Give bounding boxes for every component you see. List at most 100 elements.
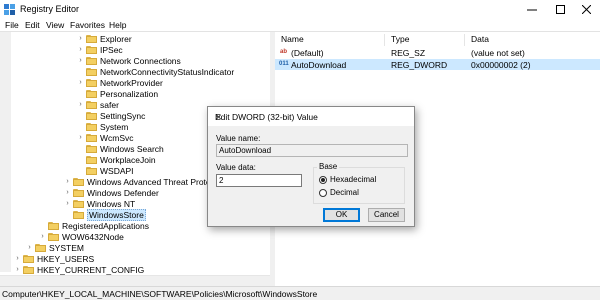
folder-icon xyxy=(23,265,34,274)
folder-icon xyxy=(73,210,84,219)
folder-icon xyxy=(23,254,34,263)
ok-button[interactable]: OK xyxy=(323,208,360,222)
expand-icon[interactable]: › xyxy=(13,254,22,263)
folder-icon xyxy=(86,122,97,131)
tree-item-hkey-current-config[interactable]: › HKEY_CURRENT_CONFIG xyxy=(13,264,144,275)
radio-hexadecimal[interactable]: Hexadecimal xyxy=(319,175,376,184)
expand-icon[interactable]: › xyxy=(63,199,72,208)
tree-horizontal-scrollbar[interactable] xyxy=(0,275,270,286)
folder-icon xyxy=(86,166,97,175)
registry-editor-icon xyxy=(4,4,15,15)
expand-icon[interactable]: › xyxy=(13,265,22,274)
expand-icon[interactable]: › xyxy=(63,177,72,186)
tree-item-wow6432node[interactable]: › WOW6432Node xyxy=(38,231,124,242)
folder-icon xyxy=(86,100,97,109)
value-data-input[interactable]: 2 xyxy=(216,174,302,187)
folder-icon xyxy=(86,45,97,54)
dword-value-icon: 011 xyxy=(279,61,289,67)
dialog-title-bar: Edit DWORD (32-bit) Value ✕ xyxy=(208,107,414,126)
tree-item-networkprovider[interactable]: › NetworkProvider xyxy=(76,77,163,88)
value-name-label: Value name: xyxy=(216,134,261,143)
folder-icon xyxy=(86,133,97,142)
value-data: 0x00000002 (2) xyxy=(471,60,531,70)
column-header-data[interactable]: Data xyxy=(465,34,600,46)
value-data: (value not set) xyxy=(471,48,525,58)
folder-icon xyxy=(86,144,97,153)
base-group: Base Hexadecimal Decimal xyxy=(313,162,405,204)
tree-item-registeredapplications[interactable]: RegisteredApplications xyxy=(38,220,149,231)
value-type: REG_DWORD xyxy=(391,60,448,70)
column-header-name[interactable]: Name xyxy=(275,34,385,46)
edit-dword-dialog: Edit DWORD (32-bit) Value ✕ Value name: … xyxy=(207,106,415,227)
tree-item-safer[interactable]: › safer xyxy=(76,99,119,110)
tree-item-hkey-users[interactable]: › HKEY_USERS xyxy=(13,253,94,264)
tree-item-windows-defender[interactable]: › Windows Defender xyxy=(63,187,158,198)
value-row-autodownload[interactable]: 011 AutoDownload REG_DWORD 0x00000002 (2… xyxy=(275,59,600,70)
base-label: Base xyxy=(317,162,340,171)
folder-icon xyxy=(86,78,97,87)
value-row-default[interactable]: ab (Default) REG_SZ (value not set) xyxy=(275,47,600,58)
tree-item-network-connections[interactable]: › Network Connections xyxy=(76,55,180,66)
tree-item-settingsync[interactable]: SettingSync xyxy=(76,110,145,121)
status-path: Computer\HKEY_LOCAL_MACHINE\SOFTWARE\Pol… xyxy=(2,289,318,299)
tree-item-system-hive[interactable]: › SYSTEM xyxy=(25,242,84,253)
tree-item-workplacejoin[interactable]: WorkplaceJoin xyxy=(76,154,156,165)
tree-item-windowsstore[interactable]: WindowsStore xyxy=(63,208,146,221)
expand-icon[interactable]: › xyxy=(76,100,85,109)
folder-icon xyxy=(73,177,84,186)
radio-unselected-icon xyxy=(319,188,327,197)
minimize-button[interactable] xyxy=(518,0,546,19)
column-header-type[interactable]: Type xyxy=(385,34,465,46)
folder-icon xyxy=(35,243,46,252)
folder-icon xyxy=(86,155,97,164)
minimize-icon xyxy=(527,9,537,10)
value-data-label: Value data: xyxy=(216,163,256,172)
expand-icon[interactable]: › xyxy=(76,78,85,87)
menu-view[interactable]: View xyxy=(46,20,64,30)
menu-help[interactable]: Help xyxy=(109,20,126,30)
tree-item-ipsec[interactable]: › IPSec xyxy=(76,44,122,55)
expand-icon[interactable]: › xyxy=(76,34,85,43)
string-value-icon: ab xyxy=(279,49,287,55)
value-name-field: AutoDownload xyxy=(216,144,408,157)
expand-icon[interactable]: › xyxy=(76,133,85,142)
folder-icon xyxy=(48,232,59,241)
value-type: REG_SZ xyxy=(391,48,426,58)
maximize-button[interactable] xyxy=(546,0,574,19)
tree-item-explorer[interactable]: › Explorer xyxy=(76,33,131,44)
menu-edit[interactable]: Edit xyxy=(25,20,40,30)
tree-item-wsdapi[interactable]: WSDAPI xyxy=(76,165,134,176)
tree-item-wcmsvc[interactable]: › WcmSvc xyxy=(76,132,133,143)
tree-item-networkconnectivitystatusindicator[interactable]: NetworkConnectivityStatusIndicator xyxy=(76,66,234,77)
tree-vertical-scrollbar[interactable] xyxy=(0,32,11,272)
folder-icon xyxy=(86,89,97,98)
expand-icon[interactable]: › xyxy=(25,243,34,252)
cancel-button[interactable]: Cancel xyxy=(368,208,405,222)
folder-icon xyxy=(48,221,59,230)
maximize-icon xyxy=(555,5,565,14)
title-bar: Registry Editor xyxy=(0,0,600,19)
menu-favorites[interactable]: Favorites xyxy=(70,20,105,30)
radio-decimal[interactable]: Decimal xyxy=(319,188,359,197)
tree-item-windows-search[interactable]: Windows Search xyxy=(76,143,164,154)
tree-item-windows-nt[interactable]: › Windows NT xyxy=(63,198,135,209)
radio-selected-icon xyxy=(319,175,327,184)
window-title: Registry Editor xyxy=(20,4,80,14)
expand-icon[interactable]: › xyxy=(76,45,85,54)
tree-item-system[interactable]: System xyxy=(76,121,128,132)
close-icon xyxy=(581,5,591,14)
menu-file[interactable]: File xyxy=(5,20,19,30)
folder-icon xyxy=(86,111,97,120)
folder-icon xyxy=(73,188,84,197)
close-button[interactable] xyxy=(572,0,600,19)
tree-item-personalization[interactable]: Personalization xyxy=(76,88,158,99)
folder-icon xyxy=(73,199,84,208)
dialog-close-icon[interactable]: ✕ xyxy=(215,112,410,123)
folder-icon xyxy=(86,67,97,76)
status-bar: Computer\HKEY_LOCAL_MACHINE\SOFTWARE\Pol… xyxy=(0,286,600,300)
value-name: AutoDownload xyxy=(291,60,347,70)
expand-icon[interactable]: › xyxy=(76,56,85,65)
expand-icon[interactable]: › xyxy=(63,188,72,197)
tree-item-windows-advanced-threat-protection[interactable]: › Windows Advanced Threat Protection xyxy=(63,176,228,187)
expand-icon[interactable]: › xyxy=(38,232,47,241)
